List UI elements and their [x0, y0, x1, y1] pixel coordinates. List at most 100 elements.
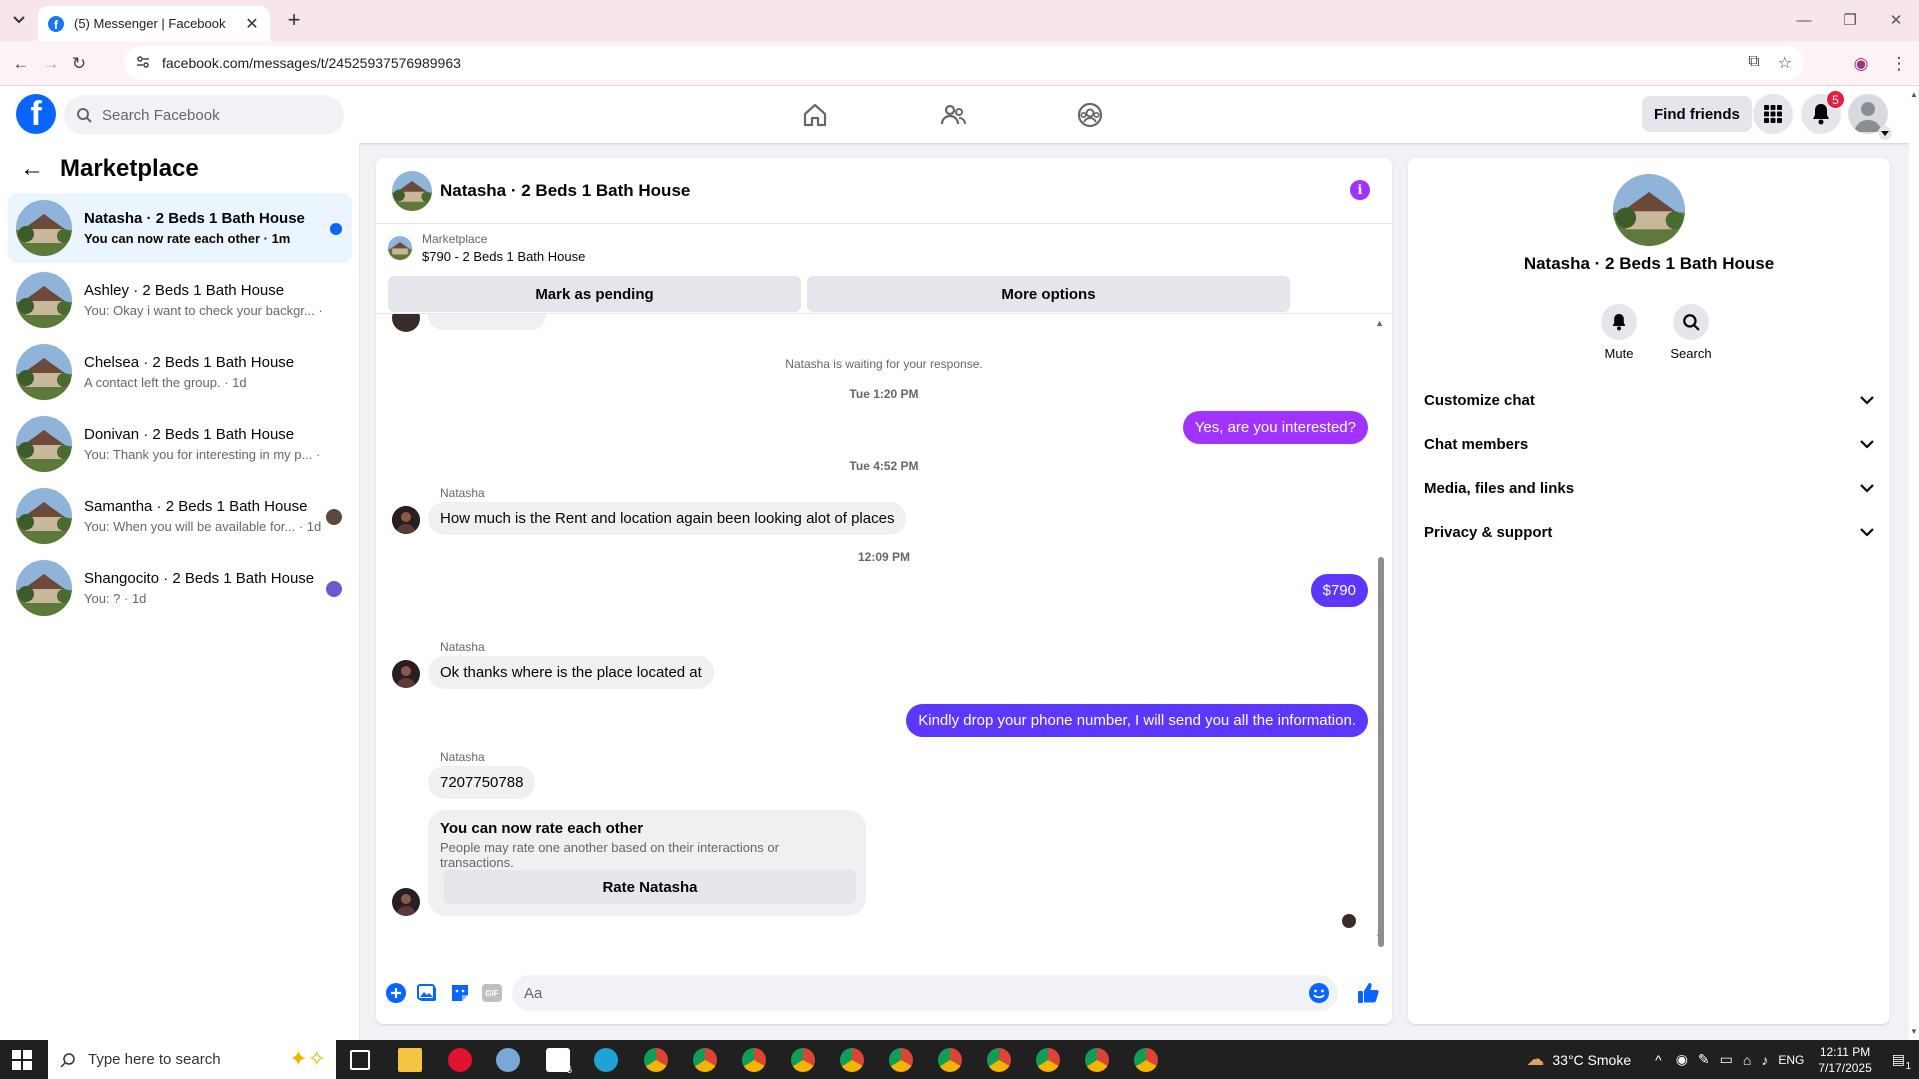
- pen-icon[interactable]: ✎: [1698, 1051, 1710, 1068]
- more-options-button[interactable]: More options: [807, 276, 1290, 312]
- emoji-icon[interactable]: [1308, 982, 1330, 1009]
- chrome-icon[interactable]: [889, 1048, 913, 1072]
- info-icon[interactable]: i: [1350, 180, 1370, 200]
- minimize-icon[interactable]: —: [1781, 0, 1827, 40]
- message-input[interactable]: [524, 984, 1284, 1002]
- customize-chat-section[interactable]: Customize chat: [1424, 382, 1874, 418]
- chrome-icon[interactable]: [1085, 1048, 1109, 1072]
- volume-icon[interactable]: ♪: [1761, 1052, 1768, 1068]
- address-bar[interactable]: facebook.com/messages/t/2452593757698996…: [124, 46, 1804, 80]
- sidebar-header: ← Marketplace: [20, 155, 199, 183]
- tray-app-icon[interactable]: ◉: [1676, 1051, 1688, 1068]
- tray-chevron-icon[interactable]: ^: [1655, 1052, 1662, 1068]
- search-input[interactable]: [102, 106, 322, 124]
- mute-button[interactable]: Mute: [1589, 304, 1649, 361]
- new-tab-button[interactable]: +: [282, 7, 306, 32]
- close-window-icon[interactable]: ✕: [1873, 0, 1919, 40]
- groups-nav-icon[interactable]: [1073, 98, 1107, 132]
- chrome-icon[interactable]: [840, 1048, 864, 1072]
- listing-info[interactable]: Marketplace $790 - 2 Beds 1 Bath House: [388, 232, 585, 264]
- file-explorer-icon[interactable]: [398, 1048, 422, 1072]
- facebook-logo-icon[interactable]: f: [16, 94, 56, 134]
- privacy-support-section[interactable]: Privacy & support: [1424, 514, 1874, 550]
- mark-as-pending-button[interactable]: Mark as pending: [388, 276, 801, 312]
- sender-avatar[interactable]: [392, 506, 420, 534]
- task-view-icon[interactable]: [350, 1050, 370, 1070]
- search-conversation-button[interactable]: Search: [1661, 304, 1721, 361]
- bookmark-star-icon[interactable]: ☆: [1778, 53, 1792, 73]
- message-input-field[interactable]: [512, 975, 1338, 1011]
- windows-start-icon[interactable]: [12, 1050, 32, 1075]
- network-icon[interactable]: ⌂: [1743, 1052, 1751, 1068]
- chrome-icon[interactable]: [791, 1048, 815, 1072]
- media-files-links-section[interactable]: Media, files and links: [1424, 470, 1874, 506]
- browser-tab-active[interactable]: f (5) Messenger | Facebook ✕: [38, 6, 270, 41]
- conversation-item[interactable]: Ashley · 2 Beds 1 Bath House You: Okay i…: [8, 265, 352, 335]
- restore-icon[interactable]: ❐: [1827, 0, 1873, 40]
- conversation-preview: You: Okay i want to check your backgr...…: [84, 303, 324, 318]
- sticker-icon[interactable]: [448, 981, 472, 1005]
- notification-center-icon[interactable]: ▤ 1: [1892, 1051, 1911, 1072]
- chrome-icon[interactable]: [693, 1048, 717, 1072]
- weather-text[interactable]: 33°C Smoke: [1552, 1052, 1631, 1068]
- tab-close-icon[interactable]: ✕: [244, 14, 260, 34]
- scrollbar-thumb[interactable]: [1378, 557, 1384, 947]
- language-indicator[interactable]: ENG: [1778, 1053, 1804, 1067]
- clock[interactable]: 12:11 PM 7/17/2025: [1818, 1044, 1871, 1076]
- forward-arrow-icon[interactable]: →: [38, 51, 64, 77]
- message-bubble-outgoing[interactable]: $790: [1310, 574, 1368, 607]
- battery-icon[interactable]: ▭: [1720, 1051, 1733, 1068]
- reload-icon[interactable]: ↻: [66, 51, 92, 77]
- scroll-up-arrow-icon[interactable]: ▲: [1910, 90, 1918, 99]
- conversation-item[interactable]: Shangocito · 2 Beds 1 Bath House You: ? …: [8, 553, 352, 623]
- chrome-icon[interactable]: [644, 1048, 668, 1072]
- file-icon[interactable]: 6: [546, 1048, 572, 1076]
- chat-members-section[interactable]: Chat members: [1424, 426, 1874, 462]
- message-bubble-outgoing[interactable]: Yes, are you interested?: [1182, 411, 1368, 444]
- conversation-item[interactable]: Chelsea · 2 Beds 1 Bath House A contact …: [8, 337, 352, 407]
- back-arrow-icon[interactable]: ←: [8, 51, 34, 77]
- facebook-search[interactable]: [64, 95, 344, 135]
- message-bubble-outgoing[interactable]: Kindly drop your phone number, I will se…: [906, 704, 1368, 737]
- edge-icon[interactable]: [594, 1048, 618, 1072]
- chrome-icon[interactable]: [1036, 1048, 1060, 1072]
- thumbs-up-icon[interactable]: [1356, 981, 1380, 1005]
- install-app-icon[interactable]: ⧉: [1748, 53, 1759, 73]
- conversation-item[interactable]: Natasha · 2 Beds 1 Bath House You can no…: [8, 193, 352, 263]
- profile-icon[interactable]: ◉: [1848, 51, 1874, 77]
- scroll-down-arrow-icon[interactable]: ▼: [1910, 1027, 1918, 1036]
- photo-icon[interactable]: [416, 981, 440, 1005]
- opera-icon[interactable]: [448, 1048, 472, 1072]
- scroll-up-arrow-icon[interactable]: ▲: [1375, 318, 1384, 328]
- tab-search-button[interactable]: [6, 8, 32, 32]
- gif-icon[interactable]: GIF: [480, 981, 504, 1005]
- browser-menu-icon[interactable]: ⋮: [1886, 51, 1912, 77]
- chrome-icon[interactable]: [987, 1048, 1011, 1072]
- back-arrow-icon[interactable]: ←: [20, 155, 44, 183]
- info-avatar[interactable]: [1613, 174, 1685, 246]
- chrome-icon[interactable]: [938, 1048, 962, 1072]
- menu-grid-icon[interactable]: [1753, 94, 1793, 134]
- sender-avatar[interactable]: [392, 660, 420, 688]
- chat-title[interactable]: Natasha · 2 Beds 1 Bath House: [440, 181, 690, 201]
- chrome-icon[interactable]: [742, 1048, 766, 1072]
- plus-circle-icon[interactable]: [384, 981, 408, 1005]
- conversation-item[interactable]: Donivan · 2 Beds 1 Bath House You: Thank…: [8, 409, 352, 479]
- message-bubble-incoming[interactable]: Ok thanks where is the place located at: [428, 656, 714, 689]
- chrome-icon[interactable]: [1134, 1048, 1158, 1072]
- conversation-item[interactable]: Samantha · 2 Beds 1 Bath House You: When…: [8, 481, 352, 551]
- account-chevron-icon[interactable]: [1878, 126, 1892, 140]
- app-icon[interactable]: [496, 1048, 520, 1072]
- rate-natasha-button[interactable]: Rate Natasha: [444, 870, 856, 904]
- home-nav-icon[interactable]: [798, 98, 832, 132]
- message-bubble-incoming[interactable]: 7207750788: [428, 766, 536, 799]
- sender-avatar[interactable]: [392, 888, 420, 916]
- find-friends-button[interactable]: Find friends: [1642, 96, 1752, 132]
- chat-avatar[interactable]: [392, 170, 432, 211]
- site-info-icon[interactable]: [136, 55, 150, 72]
- taskbar-search[interactable]: Type here to search ✦✧: [48, 1040, 336, 1079]
- message-bubble-incoming[interactable]: How much is the Rent and location again …: [428, 502, 907, 535]
- friends-nav-icon[interactable]: [936, 98, 970, 132]
- section-label: Media, files and links: [1424, 479, 1575, 497]
- page-scrollbar[interactable]: ▲ ▼: [1909, 86, 1919, 1040]
